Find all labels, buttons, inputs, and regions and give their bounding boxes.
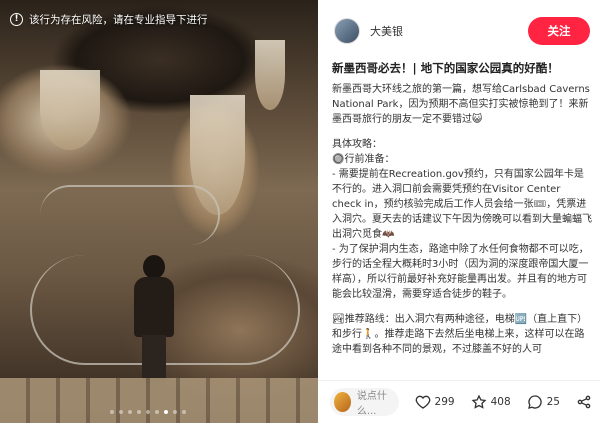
comment-placeholder: 说点什么... — [356, 391, 387, 417]
divider — [318, 380, 600, 381]
prep-item-booking: - 需要提前在Recreation.gov预约，只有国家公园年卡是不行的。进入洞… — [332, 169, 592, 240]
note-intro: 新墨西哥大环线之旅的第一篇，想写给Carlsbad Caverns Nation… — [332, 84, 590, 125]
note-title: 新墨西哥必去！| 地下的国家公园真的好酷！ — [332, 61, 559, 75]
walkway-railing — [40, 185, 220, 245]
user-avatar — [334, 392, 351, 412]
post-photo[interactable]: ! 该行为存在风险，请在专业指导下进行 — [0, 0, 318, 423]
carousel-dot[interactable] — [137, 410, 141, 414]
author-name[interactable]: 大美银 — [370, 23, 403, 39]
carousel-dot[interactable] — [146, 410, 150, 414]
engagement-bar: 说点什么... 299 408 25 — [330, 387, 592, 417]
cave-formation — [40, 70, 100, 150]
star-count: 408 — [490, 396, 511, 408]
share-button[interactable] — [576, 394, 592, 410]
share-icon — [577, 395, 591, 409]
comment-count: 25 — [546, 396, 560, 408]
note-content[interactable]: 新墨西哥必去！| 地下的国家公园真的好酷！ 新墨西哥大环线之旅的第一篇，想写给C… — [332, 60, 592, 380]
carousel-dot[interactable] — [173, 410, 177, 414]
heart-icon — [415, 395, 430, 409]
carousel-dot[interactable] — [128, 410, 132, 414]
author-row: 大美银 关注 — [334, 17, 590, 45]
person-figure — [128, 255, 178, 385]
carousel-dot[interactable] — [182, 410, 186, 414]
stone-wall — [0, 378, 318, 423]
risk-warning: ! 该行为存在风险，请在专业指导下进行 — [10, 12, 208, 27]
comment-input[interactable]: 说点什么... — [330, 388, 399, 417]
star-icon — [471, 394, 487, 409]
carousel-dot-active[interactable] — [164, 410, 168, 414]
note-panel: 大美银 关注 新墨西哥必去！| 地下的国家公园真的好酷！ 新墨西哥大环线之旅的第… — [318, 0, 600, 423]
carousel-dot[interactable] — [155, 410, 159, 414]
prep-heading: 🔘行前准备： — [332, 154, 395, 165]
author-avatar[interactable] — [334, 18, 360, 44]
like-count: 299 — [434, 396, 455, 408]
carousel-dot[interactable] — [110, 410, 114, 414]
guide-heading: 具体攻略： — [332, 139, 382, 150]
route-paragraph: 🏞推荐路线：出入洞穴有两种途径，电梯🆙（直上直下）和步行🚶。推荐走路下去然后坐电… — [332, 314, 588, 355]
prep-item-food: - 为了保护洞内生态，路途中除了水任何食物都不可以吃，步行的话全程大概耗时3小时… — [332, 244, 589, 300]
exclamation-circle-icon: ! — [10, 13, 23, 26]
like-button[interactable]: 299 — [415, 394, 455, 410]
collect-button[interactable]: 408 — [471, 394, 511, 410]
carousel-dot[interactable] — [119, 410, 123, 414]
risk-warning-text: 该行为存在风险，请在专业指导下进行 — [29, 14, 208, 26]
comment-bubble-icon — [527, 395, 542, 409]
cave-formation — [255, 40, 285, 110]
follow-button[interactable]: 关注 — [528, 17, 590, 45]
comment-button[interactable]: 25 — [527, 394, 560, 410]
carousel-indicator — [110, 410, 186, 414]
